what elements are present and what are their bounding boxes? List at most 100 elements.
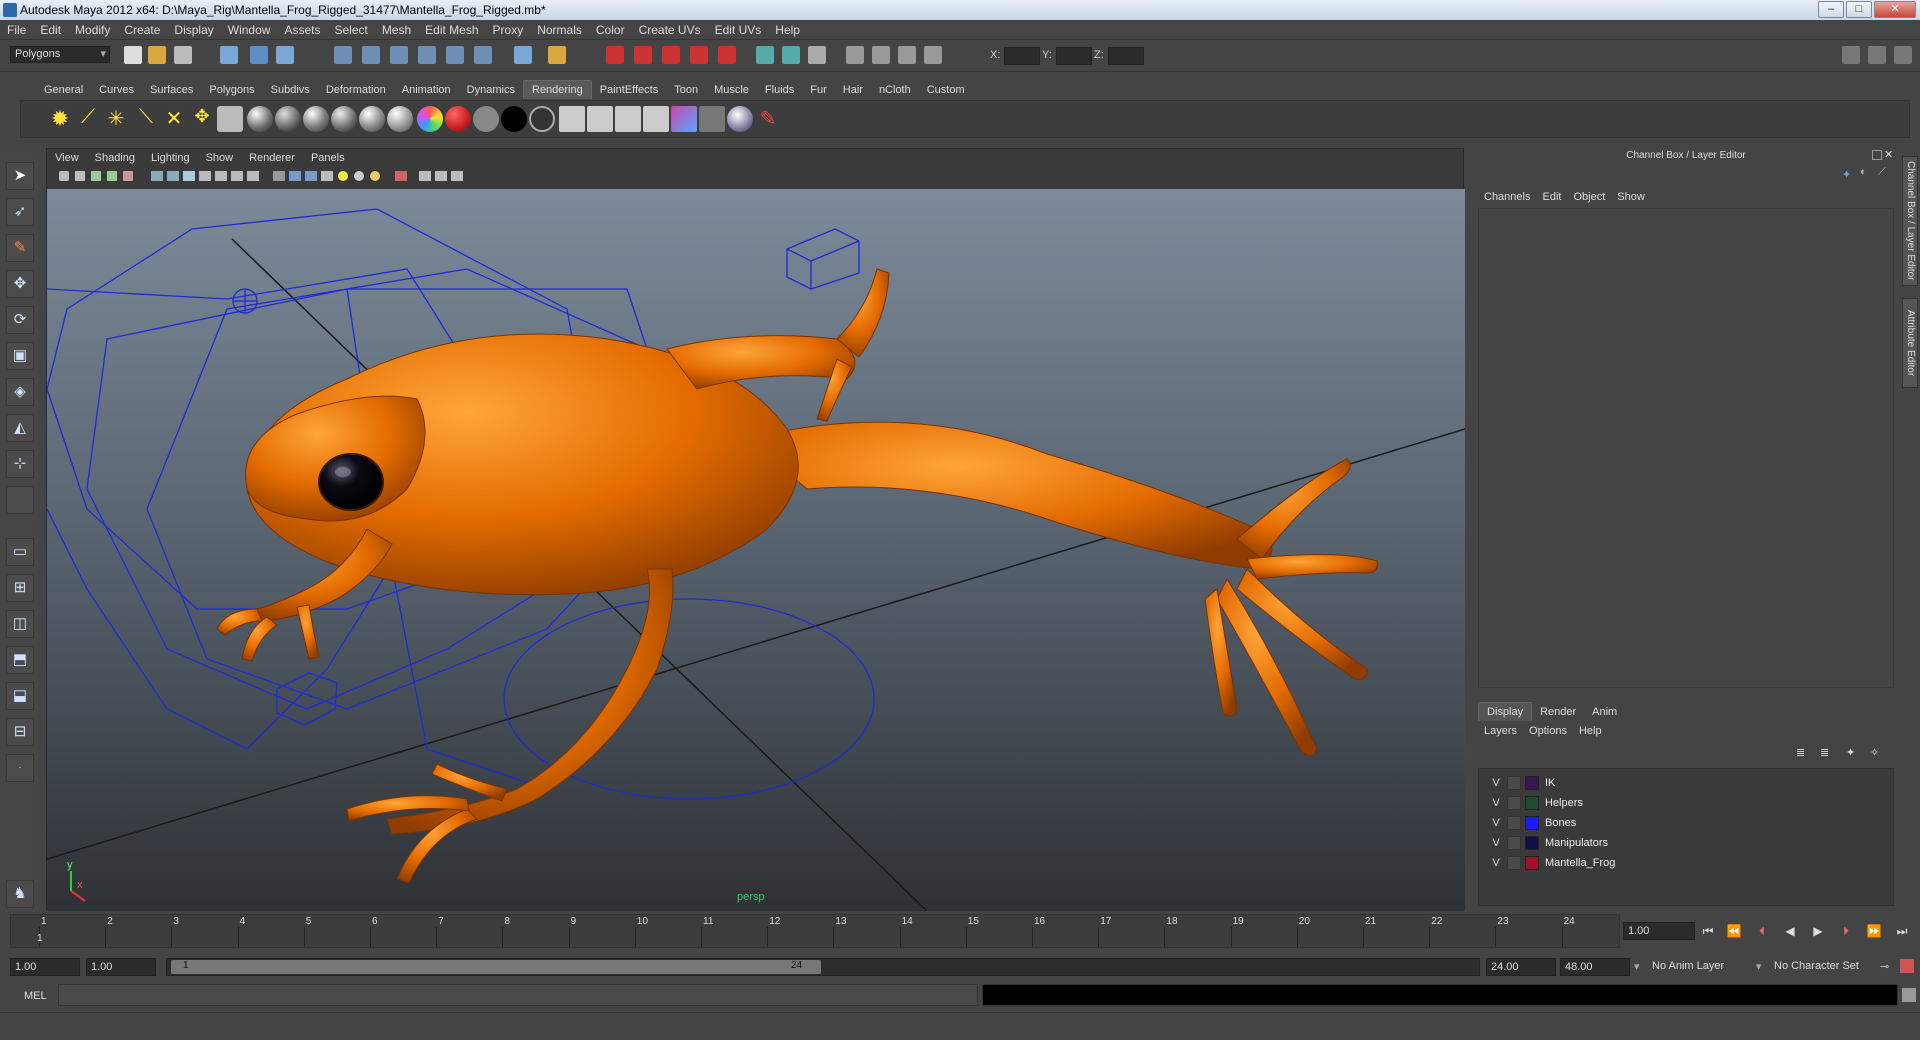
soft-mod-icon[interactable]: ◭ xyxy=(6,414,34,442)
render-layer-icon[interactable] xyxy=(217,106,243,132)
layer-visibility-toggle[interactable]: V xyxy=(1489,813,1503,833)
playback-start-field[interactable]: 1.00 xyxy=(86,958,156,976)
x-field[interactable] xyxy=(1004,47,1040,65)
command-input[interactable] xyxy=(58,984,978,1006)
shelf-tab-custom[interactable]: Custom xyxy=(919,81,973,99)
range-slider-handle[interactable] xyxy=(171,960,821,974)
manipulator-tool-icon[interactable]: ◈ xyxy=(6,378,34,406)
menu-file[interactable]: File xyxy=(0,20,33,40)
menu-color[interactable]: Color xyxy=(589,20,632,40)
menu-modify[interactable]: Modify xyxy=(68,20,117,40)
shelf-tab-rendering[interactable]: Rendering xyxy=(522,80,592,99)
hypershade-shelf-icon[interactable] xyxy=(671,106,697,132)
script-editor-icon[interactable] xyxy=(1902,988,1916,1002)
viewport-menu-show[interactable]: Show xyxy=(198,149,242,167)
y-field[interactable] xyxy=(1056,47,1092,65)
last-tool-icon[interactable] xyxy=(6,486,34,514)
shelf-tab-deformation[interactable]: Deformation xyxy=(318,81,394,99)
snap-view-plane-icon[interactable] xyxy=(418,46,436,64)
persp-hypershade-layout-icon[interactable]: ⬓ xyxy=(6,682,34,710)
lambert-icon[interactable] xyxy=(275,106,301,132)
persp-graph-hypershade-layout-icon[interactable]: ⊟ xyxy=(6,718,34,746)
open-scene-icon[interactable] xyxy=(148,46,166,64)
shelf-tab-surfaces[interactable]: Surfaces xyxy=(142,81,201,99)
layer-help-menu[interactable]: Help xyxy=(1573,722,1608,740)
move-tool-icon[interactable]: ✥ xyxy=(6,270,34,298)
layer-row[interactable]: V IK xyxy=(1479,773,1895,793)
persp-graph-layout-icon[interactable]: ⬒ xyxy=(6,646,34,674)
new-layer-icon[interactable]: ≣ xyxy=(1796,746,1805,759)
show-manipulator-icon[interactable]: ⊹ xyxy=(6,450,34,478)
snap-surface-icon[interactable] xyxy=(474,46,492,64)
menu-display[interactable]: Display xyxy=(167,20,220,40)
maximize-icon[interactable]: □ xyxy=(1846,1,1872,18)
end-time-field[interactable]: 48.00 xyxy=(1560,958,1630,976)
layer-display-type-toggle[interactable] xyxy=(1507,836,1521,850)
command-language-label[interactable]: MEL xyxy=(24,990,47,1002)
rotate-tool-icon[interactable]: ⟳ xyxy=(6,306,34,334)
layer-color-swatch[interactable] xyxy=(1525,816,1539,830)
z-field[interactable] xyxy=(1108,47,1144,65)
layer-row[interactable]: V Helpers xyxy=(1479,793,1895,813)
menu-edit[interactable]: Edit xyxy=(33,20,68,40)
select-tool-icon[interactable]: ➤ xyxy=(6,162,34,190)
channel-show-menu[interactable]: Show xyxy=(1611,188,1651,206)
new-scene-icon[interactable] xyxy=(124,46,142,64)
save-scene-icon[interactable] xyxy=(174,46,192,64)
layer-display-type-toggle[interactable] xyxy=(1507,796,1521,810)
menu-set-dropdown[interactable]: Polygons xyxy=(10,46,110,63)
menu-window[interactable]: Window xyxy=(221,20,278,40)
layer-tab-display[interactable]: Display xyxy=(1478,702,1533,721)
paint-select-icon[interactable]: ✎ xyxy=(6,234,34,262)
render-view-icon[interactable] xyxy=(606,46,624,64)
shading-map-icon[interactable] xyxy=(445,106,471,132)
lock-selection-icon[interactable] xyxy=(872,46,890,64)
render-current-icon[interactable] xyxy=(634,46,652,64)
show-tool-settings-icon[interactable] xyxy=(1868,46,1886,64)
select-component-icon[interactable] xyxy=(276,46,294,64)
layer-visibility-toggle[interactable]: V xyxy=(1489,833,1503,853)
close-icon[interactable]: ✕ xyxy=(1874,1,1916,18)
highlight-selection-icon[interactable] xyxy=(898,46,916,64)
history-icon[interactable] xyxy=(548,46,566,64)
tab-attribute-editor[interactable]: Attribute Editor xyxy=(1902,298,1918,388)
relative-transform-icon[interactable] xyxy=(924,46,942,64)
viewport-menu-shading[interactable]: Shading xyxy=(87,149,143,167)
new-layer-selected-icon[interactable]: ✦ xyxy=(1846,746,1855,759)
shelf-tab-polygons[interactable]: Polygons xyxy=(201,81,262,99)
channel-pick-icon[interactable]: ⟋ xyxy=(1878,166,1886,179)
viewport-menu-panels[interactable]: Panels xyxy=(303,149,353,167)
help-icon[interactable] xyxy=(514,46,532,64)
channels-menu[interactable]: Channels xyxy=(1478,188,1536,206)
layer-color-swatch[interactable] xyxy=(1525,796,1539,810)
layers-menu[interactable]: Layers xyxy=(1478,722,1523,740)
layer-row[interactable]: V Manipulators xyxy=(1479,833,1895,853)
ambient-light-icon[interactable]: ✹ xyxy=(47,106,73,132)
render-settings-icon[interactable] xyxy=(690,46,708,64)
shelf-tab-painteffects[interactable]: PaintEffects xyxy=(592,81,667,99)
ocean-shader-icon[interactable] xyxy=(529,106,555,132)
surface-shader-icon[interactable] xyxy=(473,106,499,132)
auto-key-icon[interactable]: ⊸ xyxy=(1880,960,1889,973)
menu-select[interactable]: Select xyxy=(327,20,374,40)
channel-list[interactable] xyxy=(1478,208,1894,688)
show-channel-box-icon[interactable] xyxy=(1894,46,1912,64)
play-forwards-icon[interactable]: ▶ xyxy=(1808,922,1828,940)
persp-outliner-layout-icon[interactable]: ◫ xyxy=(6,610,34,638)
tab-channel-box-layer-editor[interactable]: Channel Box / Layer Editor xyxy=(1902,156,1918,286)
shelf-tab-dynamics[interactable]: Dynamics xyxy=(459,81,523,99)
shelf-tab-toon[interactable]: Toon xyxy=(666,81,706,99)
menu-normals[interactable]: Normals xyxy=(530,20,589,40)
anim-layer-label[interactable]: No Anim Layer xyxy=(1652,960,1724,972)
new-layer-empty-icon[interactable]: ≣ xyxy=(1820,746,1829,759)
play-backwards-icon[interactable]: ◀ xyxy=(1780,922,1800,940)
channel-key-icon[interactable]: ✦ xyxy=(1842,168,1851,181)
snap-grid-icon[interactable] xyxy=(334,46,352,64)
render-batch-icon[interactable] xyxy=(559,106,585,132)
output-ops-icon[interactable] xyxy=(782,46,800,64)
time-slider[interactable]: 1 2 3 4 5 6 7 8 9 10 11 12 13 14 15 16 17 18 19 20 21 22 23 24 … xyxy=(10,914,1620,948)
channel-display-icon[interactable]: ◐ xyxy=(1860,166,1867,178)
anisotropic-icon[interactable] xyxy=(359,106,385,132)
shelf-tab-fur[interactable]: Fur xyxy=(802,81,835,99)
menu-assets[interactable]: Assets xyxy=(277,20,327,40)
